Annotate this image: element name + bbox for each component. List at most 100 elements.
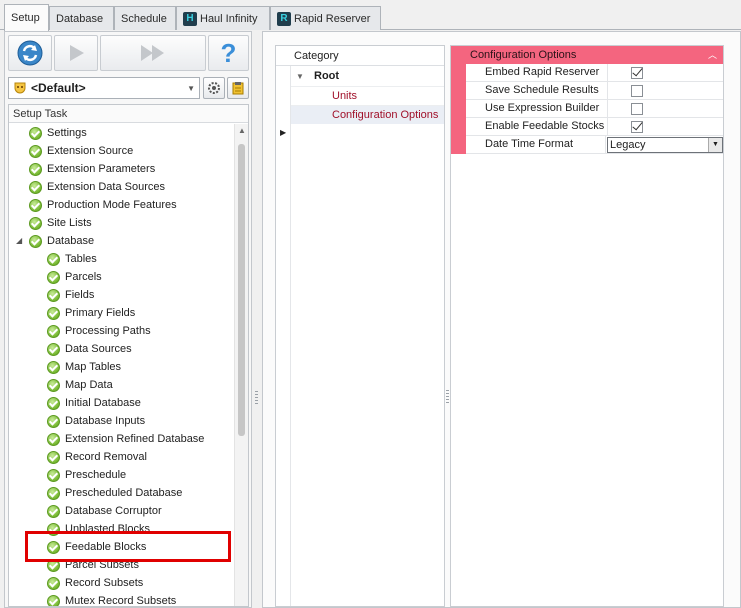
check-circle-icon [47,270,60,284]
tab-label: Database [56,12,104,25]
tab-haul-infinity[interactable]: H Haul Infinity [176,6,270,30]
category-root-label: Root [314,70,340,82]
category-root-row[interactable]: ▼ Root [291,67,444,86]
tab-label: Haul Infinity [200,12,258,25]
task-item-prescheduled-database[interactable]: Prescheduled Database [47,484,182,502]
embed-rapid-reserver-checkbox[interactable] [631,66,643,79]
tab-schedule[interactable]: Schedule [114,6,176,30]
task-label: Data Sources [65,343,132,355]
enable-feedable-stocks-checkbox[interactable] [631,120,643,133]
refresh-icon [17,40,43,66]
scrollbar-thumb[interactable] [238,144,245,436]
check-circle-icon [29,216,42,230]
date-time-format-dropdown[interactable]: Legacy ▼ [607,136,723,153]
task-item-feedable-blocks[interactable]: Feedable Blocks [47,538,146,556]
check-circle-icon [47,306,60,320]
check-circle-icon [47,450,60,464]
property-name: Use Expression Builder [466,100,608,117]
chevron-down-icon[interactable]: ▼ [708,137,722,152]
task-label: Extension Refined Database [65,433,205,445]
task-item-record-subsets[interactable]: Record Subsets [47,574,143,592]
tab-label: Setup [11,12,40,24]
expand-arrow-icon[interactable]: ▼ [296,67,304,86]
scroll-up-icon[interactable]: ▲ [238,126,246,135]
panel-splitter[interactable] [253,31,261,608]
task-item-map-data[interactable]: Map Data [47,376,113,394]
profile-notes-button[interactable] [227,77,249,99]
task-item-parcels[interactable]: Parcels [47,268,102,286]
task-label: Feedable Blocks [65,541,147,553]
task-item-production-mode-features[interactable]: Production Mode Features [29,196,177,214]
row-indicator-gutter: ▶ [276,66,291,606]
tab-rapid-reserver[interactable]: R Rapid Reserver [270,6,381,30]
fast-forward-icon [141,45,164,61]
category-label: Configuration Options [332,109,439,121]
check-circle-icon [47,432,60,446]
task-item-parcel-subsets[interactable]: Parcel Subsets [47,556,139,574]
task-item-map-tables[interactable]: Map Tables [47,358,121,376]
task-list-scrollbar[interactable]: ▲ [234,124,248,606]
task-item-mutex-record-subsets[interactable]: Mutex Record Subsets [47,592,176,606]
check-circle-icon [47,576,60,590]
check-circle-icon [47,360,60,374]
run-all-button[interactable] [100,35,206,71]
task-item-extension-refined-database[interactable]: Extension Refined Database [47,430,204,448]
task-item-database-corruptor[interactable]: Database Corruptor [47,502,162,520]
check-circle-icon [47,252,60,266]
property-name: Enable Feedable Stocks [466,118,608,135]
expand-arrow-icon[interactable]: ◢ [16,236,22,245]
save-schedule-results-checkbox[interactable] [631,84,643,97]
task-label: Extension Data Sources [47,181,166,193]
task-label: Preschedule [65,469,127,481]
task-label: Settings [47,127,87,139]
task-item-primary-fields[interactable]: Primary Fields [47,304,135,322]
task-label: Primary Fields [65,307,136,319]
tab-label: Rapid Reserver [294,12,371,25]
category-item-configuration-options[interactable]: Configuration Options [291,105,444,124]
dropdown-value: Legacy [610,138,646,151]
task-item-database-inputs[interactable]: Database Inputs [47,412,145,430]
use-expression-builder-checkbox[interactable] [631,102,643,115]
profile-settings-button[interactable] [203,77,225,99]
task-item-preschedule[interactable]: Preschedule [47,466,126,484]
property-save-schedule-results: Save Schedule Results [466,82,723,100]
play-button[interactable] [54,35,98,71]
tab-database[interactable]: Database [49,6,114,30]
task-label: Initial Database [65,397,141,409]
config-group-header[interactable]: Configuration Options ︿ [451,46,723,64]
task-item-record-removal[interactable]: Record Removal [47,448,147,466]
task-item-unblasted-blocks[interactable]: Unblasted Blocks [47,520,150,538]
task-label: Extension Parameters [47,163,156,175]
task-item-fields[interactable]: Fields [47,286,94,304]
collapse-chevron-icon[interactable]: ︿ [708,46,717,64]
question-icon: ? [220,38,237,68]
category-tree: Category ▶ ▼ Root Units Configuration Op… [275,45,445,607]
task-item-data-sources[interactable]: Data Sources [47,340,132,358]
check-circle-icon [29,162,42,176]
task-item-settings[interactable]: Settings [29,124,87,142]
profile-dropdown[interactable]: <Default> ▼ [8,77,200,99]
category-item-units[interactable]: Units [291,86,444,105]
category-header: Category [276,46,444,66]
help-button[interactable]: ? [208,35,249,71]
task-item-processing-paths[interactable]: Processing Paths [47,322,151,340]
task-item-extension-parameters[interactable]: Extension Parameters [29,160,155,178]
task-item-site-lists[interactable]: Site Lists [29,214,92,232]
check-circle-icon [29,180,42,194]
task-item-tables[interactable]: Tables [47,250,97,268]
play-icon [70,45,84,61]
task-label: Site Lists [47,217,92,229]
check-circle-icon [47,558,60,572]
check-circle-icon [29,198,42,212]
tab-setup[interactable]: Setup [4,4,49,31]
task-item-extension-source[interactable]: Extension Source [29,142,133,160]
task-item-database[interactable]: Database [29,232,94,250]
property-name: Embed Rapid Reserver [466,64,608,81]
group-stripe [451,64,466,154]
haul-infinity-icon: H [183,11,197,26]
refresh-button[interactable] [8,35,52,71]
task-item-extension-data-sources[interactable]: Extension Data Sources [29,178,165,196]
task-label: Production Mode Features [47,199,177,211]
check-circle-icon [47,594,60,606]
task-item-initial-database[interactable]: Initial Database [47,394,141,412]
